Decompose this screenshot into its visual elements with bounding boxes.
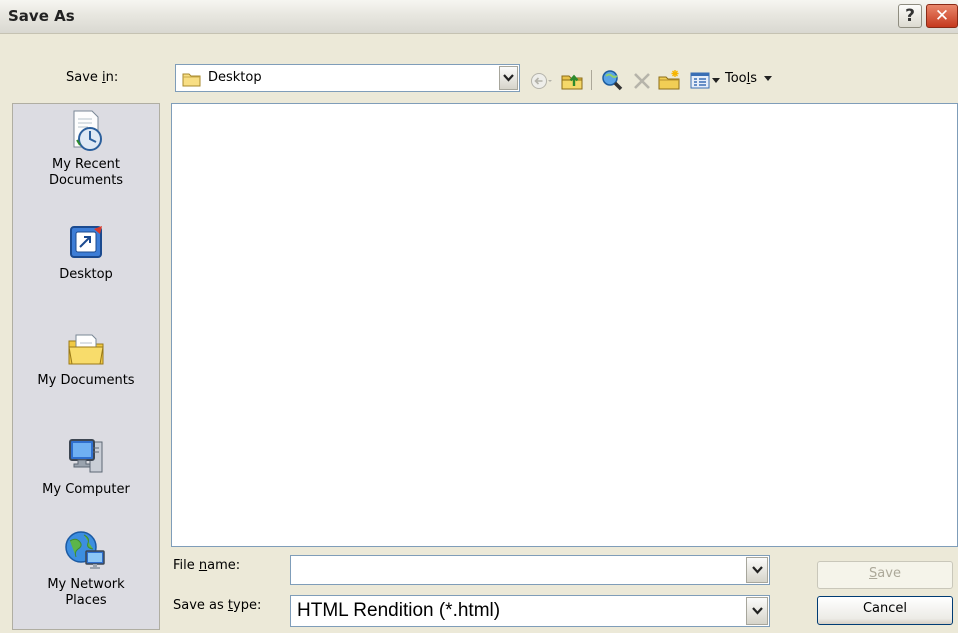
save-button[interactable]: Save bbox=[817, 561, 953, 589]
tools-menu-label-suffix: s bbox=[750, 71, 758, 86]
save-as-type-label: Save as type: bbox=[173, 598, 261, 613]
my-computer-icon bbox=[69, 439, 103, 473]
views-icon[interactable] bbox=[690, 71, 712, 91]
place-label: Desktop bbox=[59, 267, 113, 282]
my-documents-icon bbox=[68, 334, 104, 365]
place-desktop[interactable]: Desktop bbox=[13, 223, 159, 283]
network-places-icon bbox=[65, 531, 105, 569]
file-name-field[interactable] bbox=[290, 555, 770, 585]
toolbar-separator bbox=[591, 70, 592, 90]
chevron-down-icon bbox=[751, 607, 763, 615]
file-name-dropdown-button[interactable] bbox=[746, 557, 768, 583]
save-as-type-label-text: Save as bbox=[173, 598, 228, 613]
save-in-value: Desktop bbox=[208, 70, 262, 85]
cancel-button[interactable]: Cancel bbox=[817, 596, 953, 625]
chevron-down-icon bbox=[751, 566, 763, 574]
place-label: My Computer bbox=[42, 482, 130, 497]
save-in-label-suffix: n: bbox=[105, 70, 119, 85]
close-button[interactable]: ✕ bbox=[926, 4, 958, 28]
save-in-select[interactable]: Desktop bbox=[175, 64, 520, 92]
save-in-label-text: Save bbox=[66, 70, 103, 85]
place-label-line2: Places bbox=[65, 593, 107, 608]
up-folder-icon[interactable] bbox=[560, 69, 584, 91]
back-icon[interactable] bbox=[530, 71, 552, 91]
place-label: My Network bbox=[47, 577, 125, 592]
file-list-view[interactable] bbox=[171, 103, 958, 547]
title-bar[interactable]: Save As ? ✕ bbox=[0, 0, 958, 34]
tools-menu-label: Too bbox=[725, 71, 747, 86]
save-in-dropdown-button[interactable] bbox=[499, 66, 518, 90]
place-my-documents[interactable]: My Documents bbox=[13, 329, 159, 389]
places-bar: My Recent Documents Desktop My Documents bbox=[12, 103, 160, 630]
recent-documents-icon bbox=[73, 110, 102, 151]
desktop-icon bbox=[70, 226, 102, 258]
place-label: My Recent bbox=[52, 157, 120, 172]
place-my-recent-documents[interactable]: My Recent Documents bbox=[13, 109, 159, 189]
cancel-button-label: Cancel bbox=[862, 601, 908, 616]
save-in-label: Save in: bbox=[66, 70, 118, 85]
save-button-label: ave bbox=[877, 566, 901, 581]
tools-menu[interactable]: Tools bbox=[725, 71, 773, 86]
save-as-type-label-suffix: ype: bbox=[233, 598, 262, 613]
place-my-computer[interactable]: My Computer bbox=[13, 434, 159, 498]
save-as-dialog: Save As ? ✕ Save in: Desktop Tools My Re… bbox=[0, 0, 958, 633]
dialog-title: Save As bbox=[8, 7, 75, 25]
file-name-label-suffix: ame: bbox=[207, 558, 241, 573]
place-label: My Documents bbox=[37, 373, 135, 388]
tools-dropdown-icon bbox=[764, 75, 773, 81]
save-as-type-value: HTML Rendition (*.html) bbox=[297, 600, 501, 621]
chevron-down-icon bbox=[503, 74, 514, 82]
file-name-label-text: File bbox=[173, 558, 199, 573]
file-name-label: File name: bbox=[173, 558, 240, 573]
new-folder-icon[interactable] bbox=[657, 69, 681, 91]
place-label-line2: Documents bbox=[48, 173, 124, 188]
views-dropdown-icon[interactable] bbox=[712, 78, 720, 84]
search-web-icon[interactable] bbox=[600, 69, 624, 91]
help-button[interactable]: ? bbox=[898, 4, 922, 28]
file-name-accesskey: n bbox=[198, 558, 208, 573]
save-as-type-select[interactable]: HTML Rendition (*.html) bbox=[290, 595, 770, 627]
delete-icon[interactable] bbox=[632, 71, 652, 91]
place-my-network-places[interactable]: My Network Places bbox=[13, 529, 159, 609]
folder-icon bbox=[182, 73, 201, 87]
save-as-type-dropdown-button[interactable] bbox=[746, 597, 768, 625]
